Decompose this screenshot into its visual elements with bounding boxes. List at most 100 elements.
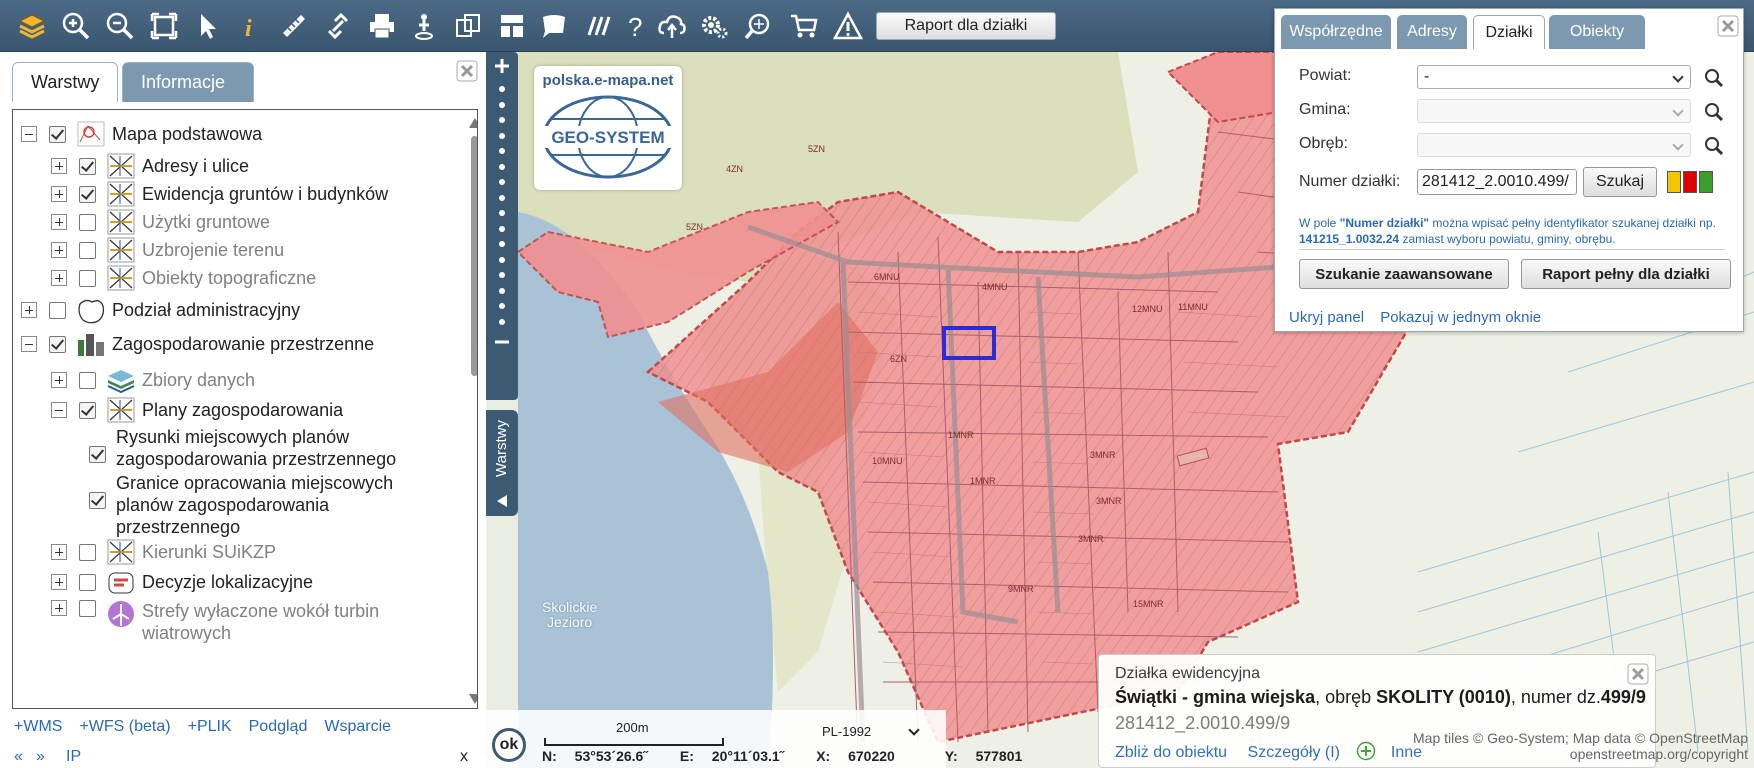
scrollbar-thumb[interactable] bbox=[471, 136, 477, 376]
close-icon[interactable] bbox=[456, 60, 478, 82]
info-icon[interactable]: i bbox=[232, 8, 268, 44]
select-pointer-icon[interactable] bbox=[190, 8, 226, 44]
highlight-color-green[interactable] bbox=[1699, 171, 1713, 193]
collapse-minus-icon[interactable] bbox=[51, 402, 67, 418]
layer-row[interactable]: Zagospodarowanie przestrzenne bbox=[21, 330, 374, 358]
zoom-level-dot[interactable] bbox=[499, 287, 505, 294]
tab-information[interactable]: Informacje bbox=[122, 62, 254, 102]
preview-link[interactable]: Podgląd bbox=[249, 718, 308, 736]
parcel-report-button[interactable]: Raport dla działki bbox=[876, 12, 1056, 40]
layer-row[interactable]: Ewidencja gruntów i budynków bbox=[51, 180, 388, 208]
chevron-down-icon[interactable] bbox=[908, 724, 920, 736]
zoom-level-dot[interactable] bbox=[499, 318, 505, 325]
layout-icon[interactable] bbox=[494, 8, 530, 44]
expand-plus-icon[interactable] bbox=[51, 544, 67, 560]
obreb-select[interactable] bbox=[1417, 133, 1691, 157]
measure-ruler-icon[interactable] bbox=[276, 8, 312, 44]
layers-toggle-flap[interactable]: Warstwy bbox=[486, 410, 518, 516]
cart-icon[interactable] bbox=[786, 8, 822, 44]
layer-row[interactable]: Mapa podstawowa bbox=[21, 120, 262, 148]
layer-row[interactable]: Plany zagospodarowania bbox=[51, 396, 343, 424]
add-wms-link[interactable]: +WMS bbox=[14, 718, 62, 736]
full-parcel-report-button[interactable]: Raport pełny dla działki bbox=[1521, 259, 1731, 289]
layer-checkbox[interactable] bbox=[89, 492, 106, 509]
layer-row[interactable]: Granice opracowania miejscowych planów z… bbox=[89, 472, 439, 538]
tab-layers[interactable]: Warstwy bbox=[12, 62, 118, 102]
hide-panel-link[interactable]: Ukryj panel bbox=[1289, 309, 1364, 326]
layer-row[interactable]: Podział administracyjny bbox=[21, 296, 300, 324]
search-icon[interactable] bbox=[1703, 135, 1725, 157]
highlight-color-yellow[interactable] bbox=[1667, 171, 1681, 193]
layer-checkbox[interactable] bbox=[79, 241, 96, 259]
expand-plus-icon[interactable] bbox=[21, 302, 37, 318]
layers-icon[interactable] bbox=[14, 8, 50, 44]
details-link[interactable]: Szczegóły (I) bbox=[1248, 744, 1340, 761]
expand-plus-icon[interactable] bbox=[51, 574, 67, 590]
close-panel-button[interactable]: x bbox=[460, 748, 468, 766]
search-icon[interactable] bbox=[1703, 67, 1725, 89]
parcel-number-input[interactable]: 281412_2.0010.499/ bbox=[1417, 169, 1577, 195]
zoom-level-dot[interactable] bbox=[499, 117, 505, 123]
link-icon[interactable] bbox=[320, 8, 356, 44]
expand-plus-icon[interactable] bbox=[51, 242, 67, 258]
tab-addresses[interactable]: Adresy bbox=[1397, 15, 1467, 49]
copy-window-icon[interactable] bbox=[450, 8, 486, 44]
layer-row[interactable]: Zbiory danych bbox=[51, 366, 255, 394]
close-icon[interactable] bbox=[1717, 15, 1739, 37]
zoom-minus-icon[interactable] bbox=[492, 332, 512, 352]
layer-checkbox[interactable] bbox=[79, 543, 96, 561]
expand-plus-icon[interactable] bbox=[51, 270, 67, 286]
advanced-search-button[interactable]: Szukanie zaawansowane bbox=[1299, 259, 1509, 289]
add-wfs-link[interactable]: +WFS (beta) bbox=[79, 718, 170, 736]
expand-plus-icon[interactable] bbox=[51, 372, 67, 388]
expand-plus-icon[interactable] bbox=[51, 600, 67, 616]
collapse-minus-icon[interactable] bbox=[21, 336, 37, 352]
layer-row[interactable]: Uzbrojenie terenu bbox=[51, 236, 284, 264]
tab-coordinates[interactable]: Współrzędne bbox=[1281, 15, 1391, 49]
prev-button[interactable]: « bbox=[14, 748, 23, 766]
cloud-upload-icon[interactable] bbox=[654, 8, 690, 44]
zoom-level-dot[interactable] bbox=[499, 163, 505, 170]
show-one-window-link[interactable]: Pokazuj w jednym oknie bbox=[1380, 309, 1541, 326]
layer-tree-scrollbar[interactable] bbox=[469, 110, 477, 708]
crs-select[interactable]: PL-1992 bbox=[822, 724, 871, 739]
zoom-to-object-link[interactable]: Zbliż do obiektu bbox=[1115, 744, 1227, 761]
zoom-level-dot[interactable] bbox=[499, 148, 505, 154]
add-file-link[interactable]: +PLIK bbox=[188, 718, 232, 736]
zoom-slider[interactable] bbox=[486, 52, 518, 400]
layer-checkbox[interactable] bbox=[79, 213, 96, 231]
add-circle-icon[interactable] bbox=[1356, 741, 1376, 761]
layer-checkbox[interactable] bbox=[79, 401, 96, 419]
zoom-level-dot[interactable] bbox=[499, 179, 505, 185]
ok-button[interactable]: ok bbox=[492, 728, 526, 762]
tab-parcels[interactable]: Działki bbox=[1473, 15, 1545, 49]
zoom-level-dot[interactable] bbox=[499, 225, 505, 232]
help-icon[interactable]: ? bbox=[618, 8, 654, 44]
zoom-extent-icon[interactable] bbox=[146, 8, 182, 44]
layer-row[interactable]: Strefy wyłaczone wokół turbin wiatrowych bbox=[51, 600, 431, 644]
zoom-level-dot[interactable] bbox=[499, 303, 505, 309]
layer-checkbox[interactable] bbox=[79, 157, 96, 175]
powiat-select[interactable]: - bbox=[1417, 65, 1691, 89]
zoom-out-icon[interactable] bbox=[102, 8, 138, 44]
layer-checkbox[interactable] bbox=[79, 269, 96, 287]
collapse-minus-icon[interactable] bbox=[21, 126, 37, 142]
zoom-level-dot[interactable] bbox=[499, 210, 505, 216]
settings-icon[interactable] bbox=[696, 8, 732, 44]
zoom-plus-icon[interactable] bbox=[492, 56, 512, 76]
tab-objects[interactable]: Obiekty bbox=[1549, 15, 1645, 49]
next-button[interactable]: » bbox=[36, 748, 45, 766]
search-icon[interactable] bbox=[1703, 101, 1725, 123]
layer-checkbox[interactable] bbox=[79, 600, 96, 617]
hatch-icon[interactable] bbox=[580, 8, 616, 44]
layer-checkbox[interactable] bbox=[49, 335, 66, 353]
support-link[interactable]: Wsparcie bbox=[324, 718, 391, 736]
comment-icon[interactable] bbox=[536, 8, 572, 44]
layer-row[interactable]: Użytki gruntowe bbox=[51, 208, 270, 236]
ip-link[interactable]: IP bbox=[66, 748, 81, 766]
attribution-line-2[interactable]: openstreetmap.org/copyright bbox=[1384, 746, 1748, 762]
expand-plus-icon[interactable] bbox=[51, 214, 67, 230]
layer-row[interactable]: Adresy i ulice bbox=[51, 152, 249, 180]
scroll-up-arrow-icon[interactable] bbox=[469, 118, 477, 128]
layer-checkbox[interactable] bbox=[49, 125, 66, 143]
